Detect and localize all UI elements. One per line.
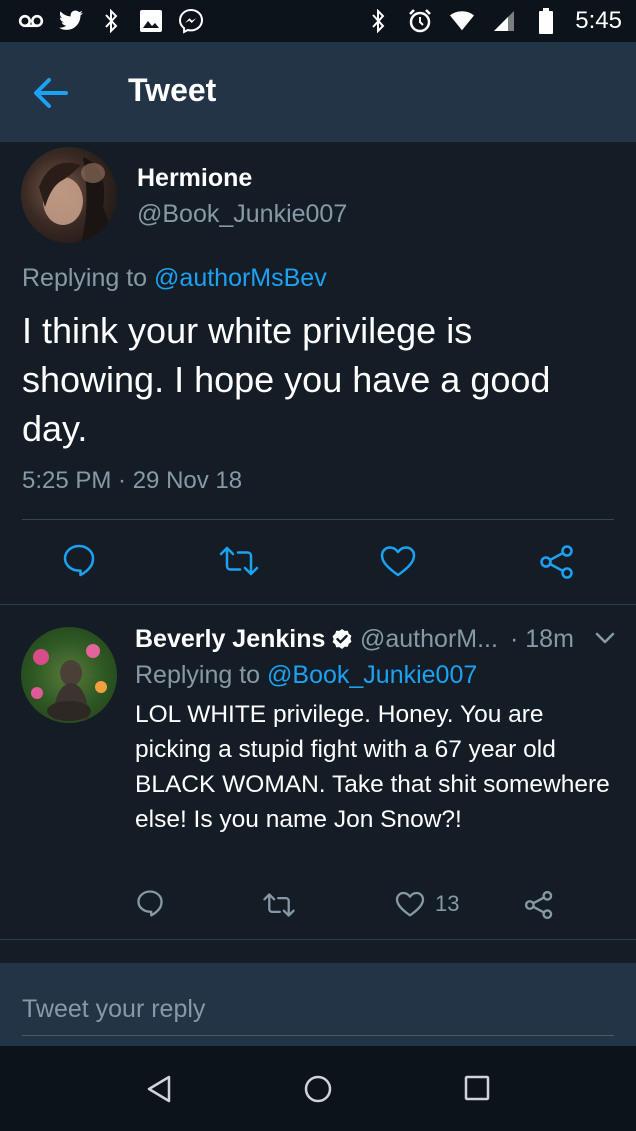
avatar[interactable] — [21, 627, 117, 723]
reply-composer — [0, 963, 636, 1046]
verified-badge-icon — [333, 629, 352, 649]
status-bar-left — [18, 8, 204, 34]
replying-prefix: Replying to — [135, 661, 261, 689]
reply-tweet[interactable]: Beverly Jenkins @authorM... · 18m Replyi… — [0, 605, 636, 940]
author-name[interactable]: Hermione — [137, 164, 252, 193]
retweet-button[interactable] — [262, 891, 296, 919]
retweet-button[interactable] — [218, 544, 260, 578]
nav-recents-button[interactable] — [463, 1074, 493, 1104]
bluetooth-icon — [98, 8, 124, 34]
nav-back-button[interactable] — [145, 1074, 175, 1104]
triangle-back-icon — [147, 1075, 171, 1103]
share-button[interactable] — [524, 890, 554, 920]
status-bar-right: 5:45 — [365, 0, 622, 42]
section-divider — [0, 939, 636, 940]
avatar[interactable] — [21, 147, 117, 243]
reply-mention-link[interactable]: @authorMsBev — [154, 264, 327, 292]
voicemail-icon — [18, 8, 44, 34]
battery-icon — [533, 8, 559, 34]
wifi-icon — [449, 8, 475, 34]
back-button[interactable] — [30, 75, 74, 111]
like-button[interactable]: 13 — [395, 891, 459, 917]
app-header: Tweet — [0, 42, 636, 142]
page-title: Tweet — [128, 72, 217, 108]
replying-prefix: Replying to — [22, 264, 148, 292]
author-handle[interactable]: @Book_Junkie007 — [137, 200, 347, 229]
reply-icon — [137, 890, 163, 917]
system-nav-bar — [0, 1046, 636, 1131]
more-options-button[interactable] — [594, 631, 618, 651]
circle-home-icon — [304, 1075, 332, 1103]
signal-icon — [491, 8, 517, 34]
reply-button[interactable] — [62, 543, 96, 577]
author-name[interactable]: Beverly Jenkins — [135, 625, 353, 654]
reply-icon — [63, 544, 95, 577]
reply-mention-link[interactable]: @Book_Junkie007 — [267, 661, 477, 689]
divider — [22, 519, 614, 520]
replying-to: Replying to @authorMsBev — [22, 264, 327, 293]
twitter-icon — [58, 8, 84, 34]
tweet-timestamp: 5:25 PM · 29 Nov 18 — [22, 467, 243, 494]
reply-button[interactable] — [136, 889, 164, 917]
like-icon — [395, 891, 425, 917]
like-button[interactable] — [380, 545, 416, 577]
chevron-down-icon — [595, 632, 615, 644]
share-icon — [540, 545, 573, 579]
messenger-icon — [178, 8, 204, 34]
like-count: 13 — [435, 891, 460, 916]
replying-to: Replying to @Book_Junkie007 — [135, 661, 477, 690]
reply-time: · 18m — [510, 625, 574, 653]
tweet-text: LOL WHITE privilege. Honey. You are pick… — [135, 701, 610, 833]
author-name-text: Beverly Jenkins — [135, 625, 326, 653]
image-icon — [138, 8, 164, 34]
main-tweet: Hermione @Book_Junkie007 Replying to @au… — [0, 142, 636, 604]
alarm-icon — [407, 8, 433, 34]
reply-input[interactable] — [22, 983, 614, 1036]
retweet-icon — [219, 546, 259, 576]
like-icon — [380, 546, 416, 577]
tweet-text: I think your white privilege is showing.… — [22, 310, 551, 449]
bluetooth-icon — [365, 8, 391, 34]
nav-home-button[interactable] — [303, 1074, 333, 1104]
status-time: 5:45 — [575, 7, 622, 34]
author-handle[interactable]: @authorM... — [360, 625, 498, 654]
arrow-left-icon — [34, 78, 68, 108]
square-recents-icon — [464, 1075, 490, 1101]
retweet-icon — [263, 893, 295, 917]
status-bar: 5:45 — [0, 0, 636, 42]
share-icon — [524, 890, 553, 920]
share-button[interactable] — [539, 544, 575, 580]
